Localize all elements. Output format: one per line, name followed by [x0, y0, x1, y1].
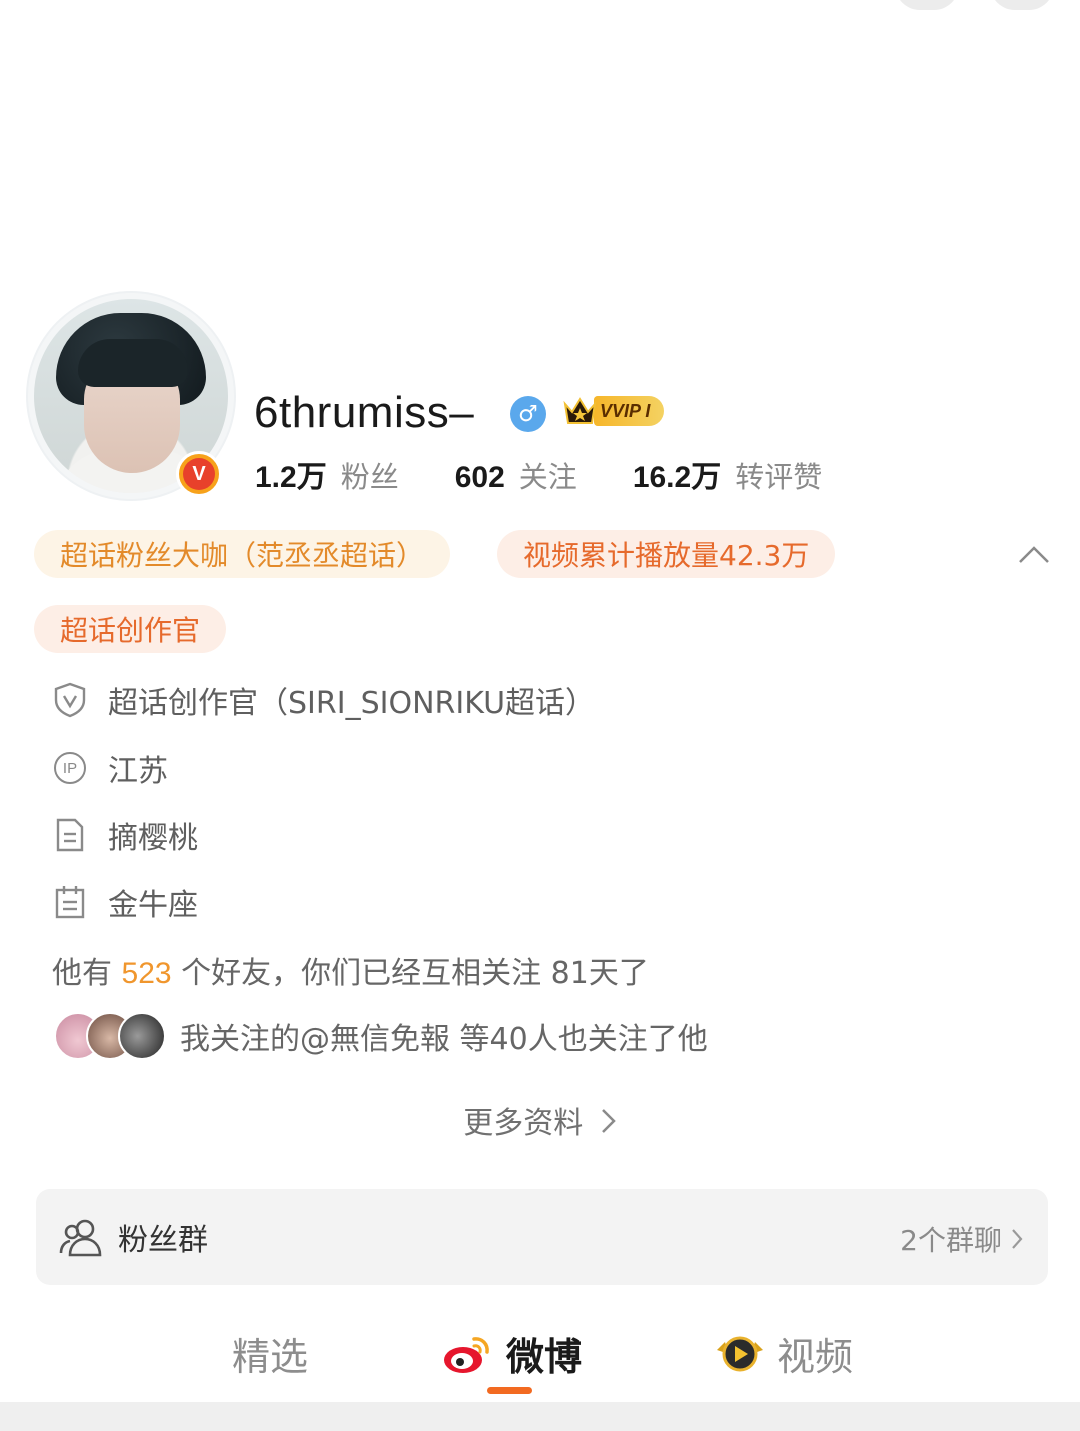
- ip-icon-text: IP: [54, 752, 86, 784]
- gender-male-icon: ♂: [510, 396, 546, 432]
- verified-badge: V: [176, 451, 222, 497]
- fans-group-card[interactable]: 粉丝群 2个群聊: [36, 1189, 1048, 1285]
- group-people-icon: [58, 1217, 104, 1257]
- calendar-icon: [52, 884, 88, 920]
- tab-featured[interactable]: 精选: [232, 1326, 308, 1381]
- tab-video-label: 视频: [777, 1335, 854, 1379]
- top-action-button-1[interactable]: [895, 0, 959, 10]
- interactions-label: 转评赞: [735, 460, 823, 494]
- mutual-friends-line: 他有 523 个好友，你们已经互相关注 81天了: [52, 948, 649, 992]
- common-followers[interactable]: 我关注的@無信免報 等40人也关注了他: [54, 1012, 708, 1060]
- friends-suffix: 个好友，你们已经互相关注 81天了: [171, 956, 649, 991]
- fans-group-label: 粉丝群: [118, 1223, 208, 1258]
- friends-count[interactable]: 523: [122, 957, 172, 990]
- profile-stats: 1.2万 粉丝 602 关注 16.2万 转评赞: [255, 452, 878, 496]
- document-icon: [52, 817, 88, 853]
- info-row-creator: 超话创作官（SIRI_SIONRIKU超话）: [52, 678, 595, 722]
- followers-stat[interactable]: 1.2万 粉丝: [255, 452, 399, 496]
- interactions-stat[interactable]: 16.2万 转评赞: [633, 452, 822, 496]
- following-stat[interactable]: 602 关注: [455, 454, 577, 496]
- collapse-chevron-up-icon[interactable]: [1016, 540, 1052, 568]
- follower-avatar-3: [118, 1012, 166, 1060]
- vip-badge[interactable]: VVIP I: [562, 393, 665, 429]
- active-tab-indicator: [487, 1387, 532, 1394]
- chevron-right-icon: [1010, 1227, 1024, 1251]
- following-count: 602: [454, 461, 505, 494]
- ip-location-icon: IP: [52, 750, 88, 786]
- shield-v-icon: [52, 682, 88, 718]
- vip-label: VVIP I: [594, 396, 665, 426]
- bio-text: 摘樱桃: [108, 821, 198, 856]
- profile-tabs: 精选 微博 视频: [0, 1318, 1080, 1388]
- following-label: 关注: [518, 460, 577, 494]
- tab-featured-label: 精选: [232, 1335, 309, 1379]
- video-play-icon: [715, 1332, 765, 1376]
- tab-weibo-label: 微博: [506, 1335, 583, 1379]
- username: 6thrumiss–: [254, 388, 475, 437]
- creator-text: 超话创作官（SIRI_SIONRIKU超话）: [108, 686, 596, 721]
- more-info-label: 更多资料: [463, 1106, 584, 1141]
- info-row-bio: 摘樱桃: [52, 813, 198, 857]
- top-action-button-2[interactable]: [990, 0, 1054, 10]
- verified-v-icon: V: [183, 458, 215, 490]
- fans-group-count[interactable]: 2个群聊: [900, 1219, 1024, 1259]
- info-row-ip: IP 江苏: [52, 746, 168, 790]
- zodiac-text: 金牛座: [108, 888, 198, 923]
- friends-prefix: 他有: [52, 956, 122, 991]
- bottom-divider: [0, 1402, 1080, 1431]
- tab-video[interactable]: 视频: [715, 1326, 853, 1381]
- common-followers-text: 我关注的@無信免報 等40人也关注了他: [180, 1022, 708, 1057]
- ip-text: 江苏: [108, 754, 168, 789]
- tag-video-plays[interactable]: 视频累计播放量42.3万: [497, 530, 836, 578]
- tab-weibo[interactable]: 微博: [442, 1326, 582, 1381]
- interactions-count: 16.2万: [632, 461, 722, 494]
- tag-super-topic-fan[interactable]: 超话粉丝大咖（范丞丞超话）: [34, 530, 451, 578]
- info-row-zodiac: 金牛座: [52, 880, 198, 924]
- crown-icon: [562, 395, 598, 427]
- chevron-right-icon: [599, 1106, 617, 1144]
- fans-group-count-text: 2个群聊: [900, 1224, 1002, 1257]
- followers-label: 粉丝: [340, 460, 399, 494]
- followers-count: 1.2万: [255, 461, 327, 494]
- more-info-link[interactable]: 更多资料: [0, 1098, 1080, 1144]
- tag-super-topic-creator[interactable]: 超话创作官: [34, 605, 227, 653]
- weibo-logo-icon: [442, 1333, 492, 1375]
